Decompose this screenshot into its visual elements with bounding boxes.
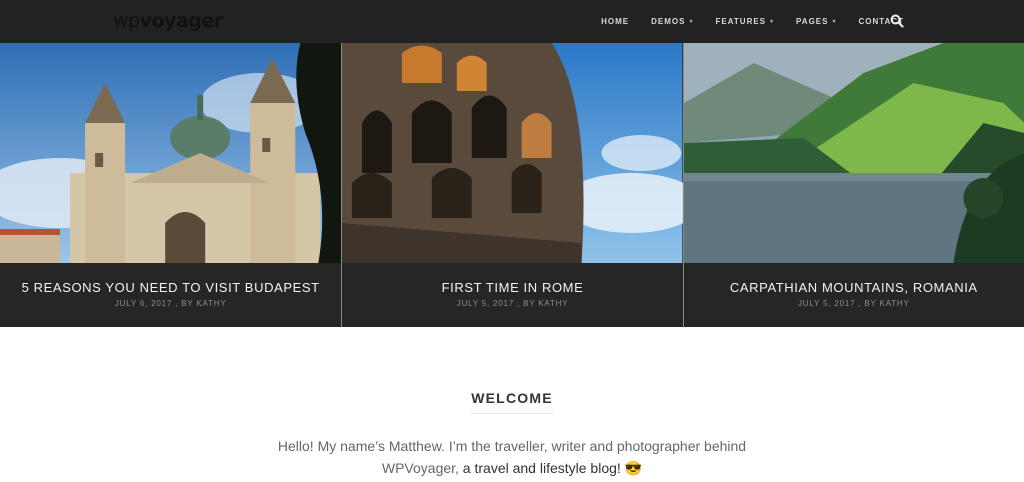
slide-image-rome [342,43,683,263]
nav-home[interactable]: HOME [601,17,629,26]
slide-meta: JULY 5, 2017 , BY KATHY [798,299,910,308]
chevron-down-icon: ▾ [832,19,837,25]
logo-part-voyager: voyager [139,10,224,32]
nav-demos[interactable]: DEMOS ▾ [651,17,693,26]
slide-title[interactable]: FIRST TIME IN ROME [342,280,682,295]
nav-pages-label: PAGES [796,17,829,26]
site-name-text: WPVoyager, [381,460,459,476]
sunglasses-emoji-icon: 😎 [624,460,643,476]
slide-carpathian[interactable]: CARPATHIAN MOUNTAINS, ROMANIA JULY 5, 20… [682,43,1024,327]
welcome-section: WELCOME Hello! My name’s Matthew. I’m th… [0,390,1024,479]
welcome-line-2: WPVoyager, a travel and lifestyle blog! … [0,457,1024,479]
slide-title[interactable]: 5 REASONS YOU NEED TO VISIT BUDAPEST [0,280,341,295]
welcome-line-1: Hello! My name’s Matthew. I’m the travel… [277,438,747,454]
chevron-down-icon: ▾ [689,19,694,25]
slide-meta: JULY 5, 2017 , BY KATHY [456,299,569,308]
slide-rome[interactable]: FIRST TIME IN ROME JULY 5, 2017 , BY KAT… [341,43,683,327]
slide-caption: CARPATHIAN MOUNTAINS, ROMANIA JULY 5, 20… [684,263,1024,327]
slide-title[interactable]: CARPATHIAN MOUNTAINS, ROMANIA [684,280,1024,295]
nav-features[interactable]: FEATURES ▾ [716,17,775,26]
slide-caption: 5 REASONS YOU NEED TO VISIT BUDAPEST JUL… [0,263,341,327]
logo-part-wp: wp [113,10,140,32]
nav-home-label: HOME [601,17,630,26]
featured-slider: 5 REASONS YOU NEED TO VISIT BUDAPEST JUL… [0,43,1024,327]
slide-caption: FIRST TIME IN ROME JULY 5, 2017 , BY KAT… [342,263,682,327]
main-nav: HOME DEMOS ▾ FEATURES ▾ PAGES ▾ CONTACT [579,0,904,43]
chevron-down-icon: ▾ [770,19,775,25]
slide-meta: JULY 6, 2017 , BY KATHY [114,299,227,308]
welcome-text: Hello! My name’s Matthew. I’m the travel… [0,435,1024,479]
slide-image-carpathian [683,43,1024,263]
nav-features-label: FEATURES [715,17,767,26]
welcome-tagline: a travel and lifestyle blog! [458,460,625,476]
site-logo[interactable]: wpvoyager [113,10,223,32]
slide-image-budapest [0,43,342,263]
nav-demos-label: DEMOS [651,17,686,26]
welcome-heading: WELCOME [471,390,553,414]
slide-budapest[interactable]: 5 REASONS YOU NEED TO VISIT BUDAPEST JUL… [0,43,342,327]
search-icon[interactable] [890,14,904,28]
site-header: wpvoyager HOME DEMOS ▾ FEATURES ▾ PAGES ▾ C… [0,0,1024,43]
nav-pages[interactable]: PAGES ▾ [796,17,836,26]
